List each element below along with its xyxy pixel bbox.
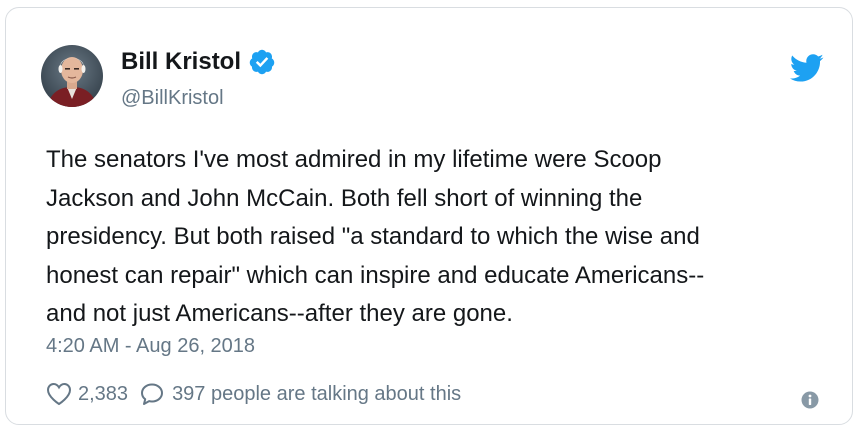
tweet-text-line: honest can repair" which can inspire and… [46, 261, 705, 289]
verified-badge-icon [248, 48, 276, 76]
like-count: 2,383 [78, 383, 129, 405]
tweet-timestamp[interactable]: 4:20 AM - Aug 26, 2018 [46, 334, 255, 358]
tweet-text-line: presidency. But both raised "a standard … [46, 223, 700, 250]
tweet-text-line: and not just Americans--after they are g… [46, 300, 513, 327]
tweet-text-line: The senators I've most admired in my lif… [46, 146, 662, 173]
tweet-text: The senators I've most admired in my lif… [46, 141, 836, 334]
avatar-photo-icon [41, 45, 103, 107]
info-icon[interactable] [801, 391, 819, 409]
engagement-bar: 2,383 397 people are talking about this [46, 381, 461, 407]
avatar[interactable] [41, 45, 103, 107]
heart-icon [46, 382, 72, 406]
author-handle[interactable]: @BillKristol [121, 86, 224, 110]
tweet-text-line: Jackson and John McCain. Both fell short… [46, 184, 643, 212]
like-button[interactable]: 2,383 [46, 381, 140, 407]
reply-button[interactable]: 397 people are talking about this [140, 381, 461, 407]
tweet-card[interactable]: Bill Kristol @BillKristol The senators I… [5, 7, 853, 425]
conversation-count: 397 people are talking about this [172, 383, 462, 405]
author-display-name[interactable]: Bill Kristol [121, 48, 241, 76]
speech-bubble-icon [141, 383, 164, 405]
twitter-bird-icon[interactable] [789, 51, 824, 85]
author-name-row[interactable]: Bill Kristol [121, 48, 276, 76]
